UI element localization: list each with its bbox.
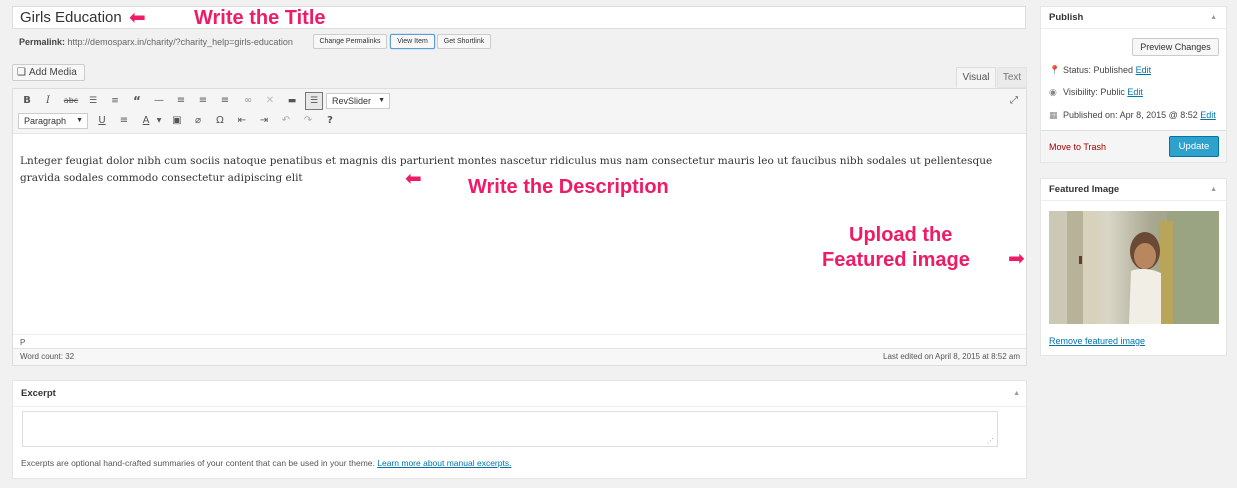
- publish-actions: Move to Trash Update: [1041, 130, 1226, 162]
- title-annotation: Write the Title: [194, 7, 326, 29]
- description-annotation: Write the Description: [468, 176, 669, 198]
- visibility-value: Public: [1100, 87, 1125, 97]
- calendar-icon: ▦: [1049, 111, 1058, 121]
- paste-text-icon[interactable]: ▣: [169, 113, 185, 129]
- align-center-icon[interactable]: ≡: [195, 93, 211, 109]
- last-edited: Last edited on April 8, 2015 at 8:52 am: [883, 352, 1020, 361]
- format-select-label: Paragraph: [24, 116, 67, 126]
- revslider-label: RevSlider: [332, 96, 372, 106]
- bullet-list-icon[interactable]: ☰: [85, 93, 101, 109]
- title-input[interactable]: Girls Education: [12, 6, 1026, 29]
- indent-icon[interactable]: ⇥: [256, 113, 272, 129]
- media-icon: ❑: [17, 67, 26, 78]
- toolbar-toggle-icon[interactable]: ☰: [305, 92, 323, 110]
- editor-statusbar: Word count: 32 Last edited on April 8, 2…: [13, 348, 1026, 365]
- featured-arrow-icon: ➡: [1008, 246, 1025, 270]
- description-arrow-icon: ⬅: [405, 166, 422, 190]
- undo-icon[interactable]: ↶: [278, 113, 294, 129]
- italic-icon[interactable]: I: [40, 93, 56, 109]
- revslider-dropdown[interactable]: RevSlider ▼: [326, 93, 390, 109]
- outdent-icon[interactable]: ⇤: [234, 113, 250, 129]
- help-icon[interactable]: ?: [322, 113, 338, 129]
- status-label: Status:: [1063, 65, 1092, 75]
- blockquote-icon[interactable]: “: [129, 93, 145, 109]
- featured-image-thumbnail[interactable]: [1049, 211, 1219, 324]
- published-value: Apr 8, 2015 @ 8:52: [1119, 110, 1198, 120]
- status-edit-link[interactable]: Edit: [1136, 65, 1152, 75]
- excerpt-help: Excerpts are optional hand-crafted summa…: [21, 458, 511, 468]
- get-shortlink-button[interactable]: Get Shortlink: [437, 34, 491, 49]
- tab-text[interactable]: Text: [997, 67, 1027, 88]
- excerpt-textarea[interactable]: ⋰: [22, 411, 998, 447]
- collapse-icon[interactable]: ▲: [1210, 7, 1217, 29]
- publish-title: Publish: [1049, 12, 1084, 23]
- add-media-label: Add Media: [28, 67, 77, 78]
- published-label: Published on:: [1063, 110, 1118, 120]
- excerpt-box: Excerpt ▲ ⋰ Excerpts are optional hand-cr…: [12, 380, 1027, 479]
- fullscreen-icon[interactable]: ⤢: [1006, 93, 1022, 109]
- word-count: Word count: 32: [20, 352, 75, 361]
- view-item-button[interactable]: View Item: [390, 34, 435, 49]
- collapse-icon[interactable]: ▲: [1210, 179, 1217, 201]
- editor-toolbar: B I abc ☰ ≡ “ — ≡ ≡ ≡ ∞ ✕ ▬ ☰ RevSlider ▼…: [13, 89, 1026, 134]
- remove-featured-image-link[interactable]: Remove featured image: [1049, 336, 1145, 346]
- numbered-list-icon[interactable]: ≡: [107, 93, 123, 109]
- permalink-url[interactable]: http://demosparx.in/charity/?charity_hel…: [68, 37, 293, 47]
- bold-icon[interactable]: B: [19, 93, 35, 109]
- excerpt-learn-more-link[interactable]: Learn more about manual excerpts.: [377, 458, 511, 468]
- align-left-icon[interactable]: ≡: [173, 93, 189, 109]
- clear-formatting-icon[interactable]: ⌀: [190, 113, 206, 129]
- excerpt-help-text: Excerpts are optional hand-crafted summa…: [21, 458, 375, 468]
- redo-icon[interactable]: ↷: [300, 113, 316, 129]
- excerpt-title: Excerpt: [21, 388, 56, 399]
- visibility-row: ◉ Visibility: Public Edit: [1049, 87, 1143, 98]
- publish-box: Publish ▲ Preview Changes 📍 Status: Publis…: [1040, 6, 1227, 163]
- title-arrow-icon: ⬅: [129, 5, 146, 29]
- visibility-edit-link[interactable]: Edit: [1127, 87, 1143, 97]
- eye-icon: ◉: [1049, 88, 1057, 98]
- change-permalinks-button[interactable]: Change Permalinks: [313, 34, 387, 49]
- justify-icon[interactable]: ≡: [116, 113, 132, 129]
- read-more-icon[interactable]: ▬: [284, 93, 300, 109]
- horizontal-rule-icon[interactable]: —: [151, 93, 167, 109]
- permalink-label: Permalink:: [19, 37, 66, 47]
- status-row: 📍 Status: Published Edit: [1049, 65, 1151, 76]
- resize-grip-icon[interactable]: ⋰: [987, 437, 994, 445]
- text-color-caret-icon[interactable]: ▼: [151, 113, 167, 129]
- format-select[interactable]: Paragraph ▼: [18, 113, 88, 129]
- update-button[interactable]: Update: [1169, 136, 1219, 157]
- published-row: ▦ Published on: Apr 8, 2015 @ 8:52 Edit: [1049, 110, 1216, 121]
- strikethrough-icon[interactable]: abc: [63, 93, 79, 109]
- visibility-label: Visibility:: [1063, 87, 1098, 97]
- insert-link-icon[interactable]: ∞: [240, 93, 256, 109]
- move-to-trash-link[interactable]: Move to Trash: [1049, 142, 1106, 152]
- collapse-icon[interactable]: ▲: [1013, 381, 1020, 407]
- status-value: Published: [1093, 65, 1134, 75]
- permalink: Permalink: http://demosparx.in/charity/?…: [19, 37, 293, 47]
- featured-image-title: Featured Image: [1049, 184, 1120, 195]
- add-media-button[interactable]: ❑ Add Media: [12, 64, 85, 81]
- published-edit-link[interactable]: Edit: [1200, 110, 1216, 120]
- featured-annotation-line2: Featured image: [822, 249, 970, 271]
- featured-image-box: Featured Image ▲ Remove featured image: [1040, 178, 1227, 356]
- featured-image-header[interactable]: Featured Image ▲: [1041, 179, 1226, 201]
- excerpt-header[interactable]: Excerpt ▲: [13, 381, 1026, 407]
- element-path: P: [13, 334, 1026, 349]
- pin-icon: 📍: [1049, 66, 1061, 76]
- underline-icon[interactable]: U: [94, 113, 110, 129]
- preview-changes-button[interactable]: Preview Changes: [1132, 38, 1219, 56]
- featured-annotation-line1: Upload the: [849, 224, 953, 246]
- special-character-icon[interactable]: Ω: [212, 113, 228, 129]
- remove-link-icon[interactable]: ✕: [262, 93, 278, 109]
- chevron-down-icon: ▼: [76, 117, 83, 124]
- tab-visual[interactable]: Visual: [956, 67, 996, 88]
- publish-header[interactable]: Publish ▲: [1041, 7, 1226, 29]
- align-right-icon[interactable]: ≡: [217, 93, 233, 109]
- chevron-down-icon: ▼: [378, 97, 385, 104]
